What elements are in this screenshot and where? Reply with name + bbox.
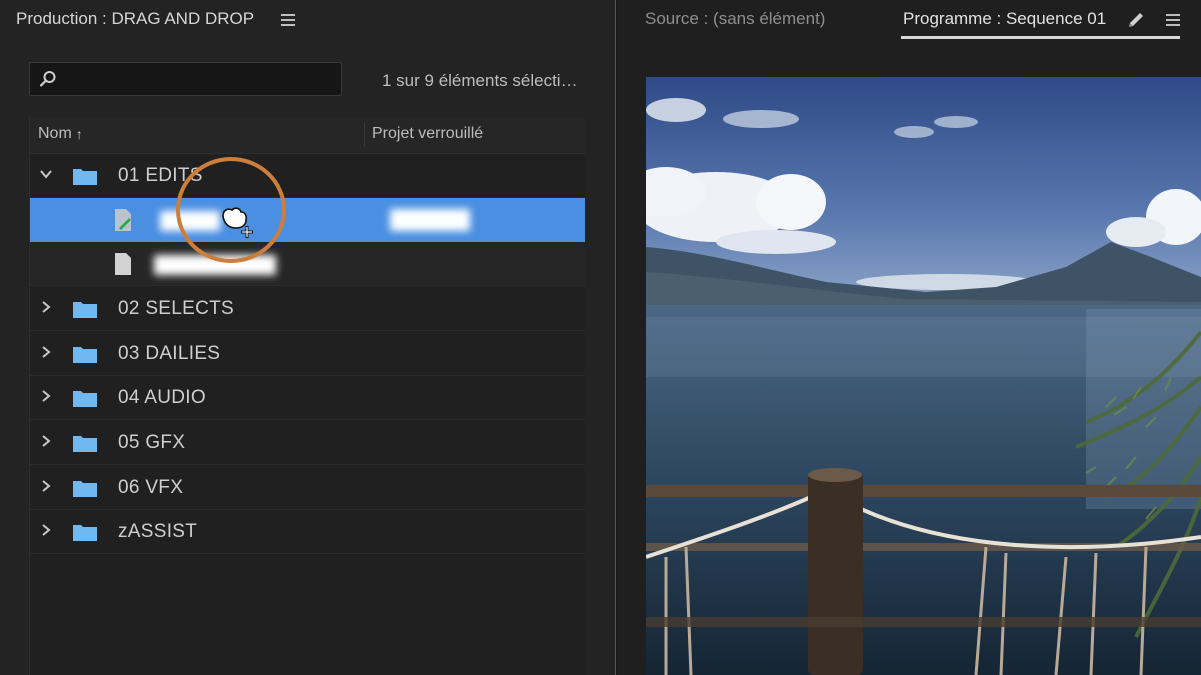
folder-label: 06 VFX (118, 477, 184, 498)
column-header: Nom ↑ Projet verrouillé (30, 117, 585, 154)
folder-row-05-gfx[interactable]: 05 GFX (30, 421, 585, 465)
project-panel-menu-icon[interactable] (281, 14, 295, 26)
column-locked-header[interactable]: Projet verrouillé (372, 125, 483, 143)
column-name-label: Nom (38, 125, 72, 142)
video-frame-lake (646, 77, 1201, 675)
chevron-right-icon[interactable] (39, 434, 53, 448)
tab-source-monitor[interactable]: Source : (sans élément) (645, 9, 825, 29)
folder-icon (73, 169, 97, 185)
folder-icon (73, 481, 97, 497)
chevron-right-icon[interactable] (39, 523, 53, 537)
selection-count: 1 sur 9 éléments sélecti… (382, 71, 578, 90)
folder-label: 05 GFX (118, 432, 186, 453)
folder-row-04-audio[interactable]: 04 AUDIO (30, 376, 585, 420)
folder-row-01-edits[interactable]: 01 EDITS (30, 154, 585, 198)
file-icon (115, 253, 131, 275)
grab-cursor-icon (222, 207, 253, 238)
chevron-right-icon[interactable] (39, 389, 53, 403)
tab-program-monitor[interactable]: Programme : Sequence 01 (903, 9, 1106, 29)
monitor-panel-menu-icon[interactable] (1166, 14, 1180, 26)
redacted-lock-value (390, 209, 470, 231)
folder-row-02-selects[interactable]: 02 SELECTS (30, 287, 585, 331)
project-bin-list: Nom ↑ Projet verrouillé 01 EDITS 02 SELE… (29, 117, 585, 675)
program-monitor-video[interactable] (646, 77, 1201, 675)
folder-icon (73, 347, 97, 363)
sequence-icon (115, 209, 131, 231)
folder-row-03-dailies[interactable]: 03 DAILIES (30, 332, 585, 376)
folder-label: 03 DAILIES (118, 343, 221, 364)
chevron-right-icon[interactable] (39, 300, 53, 314)
project-panel-title[interactable]: Production : DRAG AND DROP (16, 9, 254, 29)
chevron-right-icon[interactable] (39, 479, 53, 493)
folder-row-zassist[interactable]: zASSIST (30, 510, 585, 554)
sort-up-icon: ↑ (75, 126, 83, 142)
chevron-down-icon[interactable] (39, 167, 53, 181)
search-box[interactable] (29, 62, 342, 96)
folder-icon (73, 391, 97, 407)
monitor-panel: Source : (sans élément) Programme : Sequ… (618, 0, 1201, 675)
pencil-icon[interactable] (1126, 10, 1146, 30)
column-separator[interactable] (364, 123, 365, 147)
folder-icon (73, 525, 97, 541)
folder-label: 04 AUDIO (118, 387, 206, 408)
file-item[interactable] (30, 242, 585, 286)
folder-icon (73, 436, 97, 452)
folder-icon (73, 302, 97, 318)
folder-label: zASSIST (118, 521, 198, 542)
active-tab-indicator (901, 36, 1180, 39)
search-input[interactable] (64, 67, 338, 93)
search-icon (39, 71, 56, 87)
folder-label: 02 SELECTS (118, 298, 234, 319)
project-panel: Production : DRAG AND DROP 1 sur 9 éléme… (0, 0, 615, 675)
folder-row-06-vfx[interactable]: 06 VFX (30, 466, 585, 510)
chevron-right-icon[interactable] (39, 345, 53, 359)
sequence-item-selected[interactable] (30, 198, 585, 242)
column-name-header[interactable]: Nom ↑ (38, 125, 83, 143)
